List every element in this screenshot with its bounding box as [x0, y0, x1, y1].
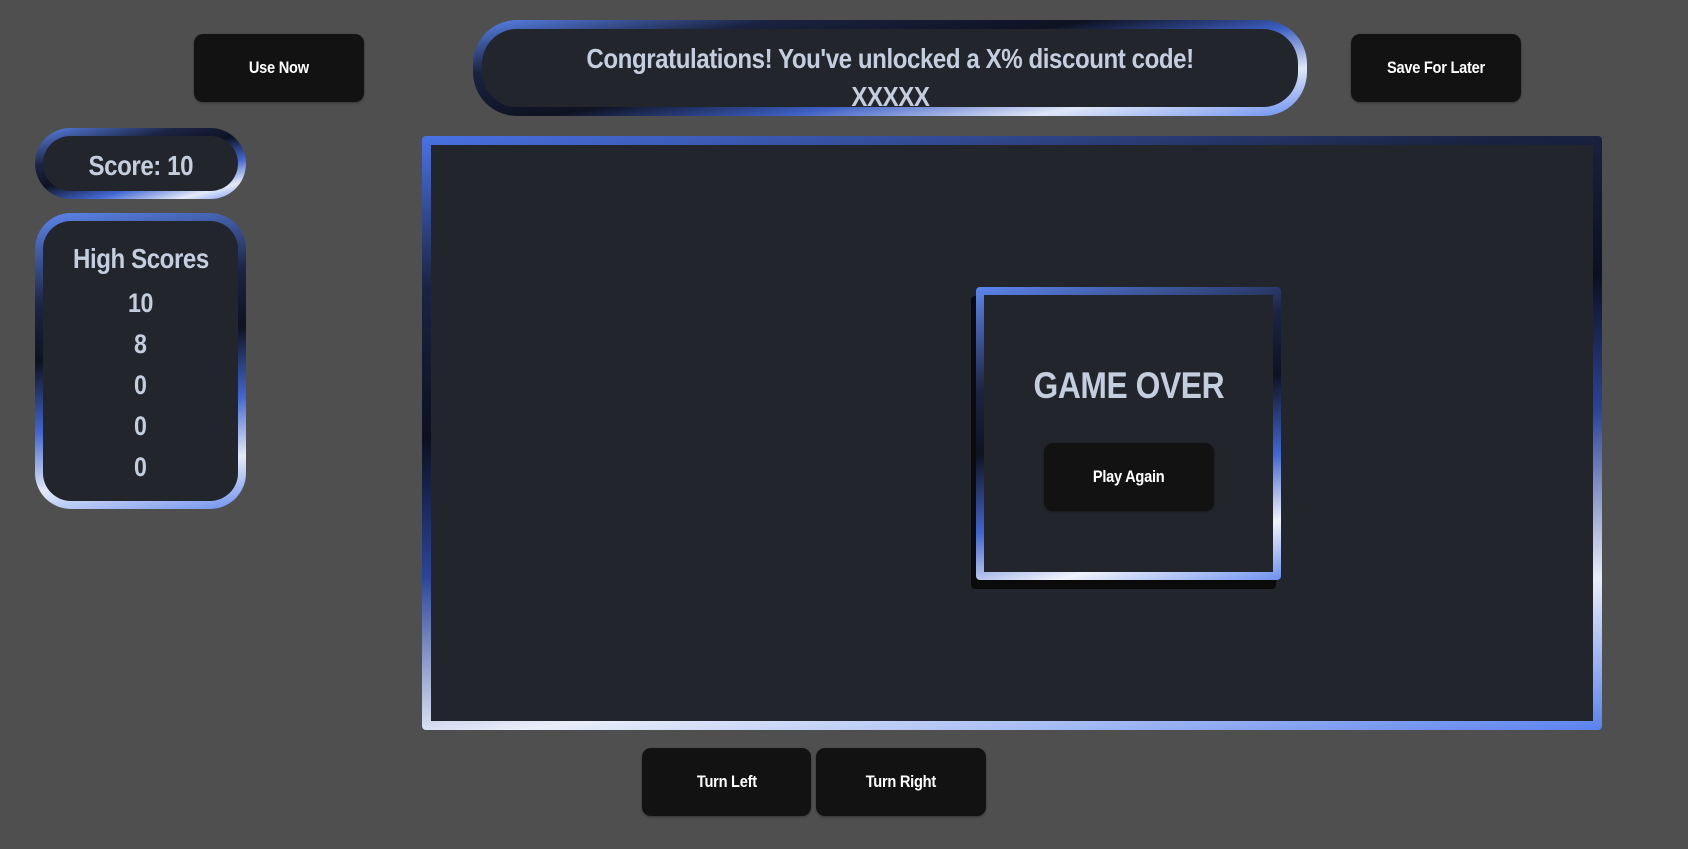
turn-right-label: Turn Right — [865, 772, 937, 791]
save-for-later-button[interactable]: Save For Later — [1351, 34, 1521, 102]
score-panel: Score: 10 — [35, 128, 246, 199]
play-again-label: Play Again — [1093, 467, 1165, 486]
high-score-item: 0 — [134, 411, 147, 441]
score-label: Score: 10 — [88, 150, 193, 181]
discount-code: XXXXX — [850, 81, 930, 112]
play-again-button[interactable]: Play Again — [1044, 443, 1214, 511]
turn-left-label: Turn Left — [696, 772, 757, 791]
high-score-item: 10 — [128, 288, 153, 318]
high-scores-list: 10 8 0 0 0 — [43, 283, 238, 488]
high-scores-panel: High Scores 10 8 0 0 0 — [35, 213, 246, 509]
game-over-title: GAME OVER — [1033, 365, 1224, 406]
high-score-item: 0 — [134, 452, 147, 482]
high-scores-title: High Scores — [72, 243, 209, 274]
high-score-item: 8 — [134, 329, 147, 359]
use-now-label: Use Now — [249, 58, 309, 77]
high-score-item: 0 — [134, 370, 147, 400]
save-for-later-label: Save For Later — [1387, 58, 1485, 77]
discount-banner: Congratulations! You've unlocked a X% di… — [473, 20, 1307, 116]
discount-message: Congratulations! You've unlocked a X% di… — [586, 43, 1194, 74]
use-now-button[interactable]: Use Now — [194, 34, 364, 102]
turn-left-button[interactable]: Turn Left — [642, 748, 811, 816]
turn-right-button[interactable]: Turn Right — [816, 748, 986, 816]
game-over-dialog: GAME OVER — [976, 287, 1281, 580]
